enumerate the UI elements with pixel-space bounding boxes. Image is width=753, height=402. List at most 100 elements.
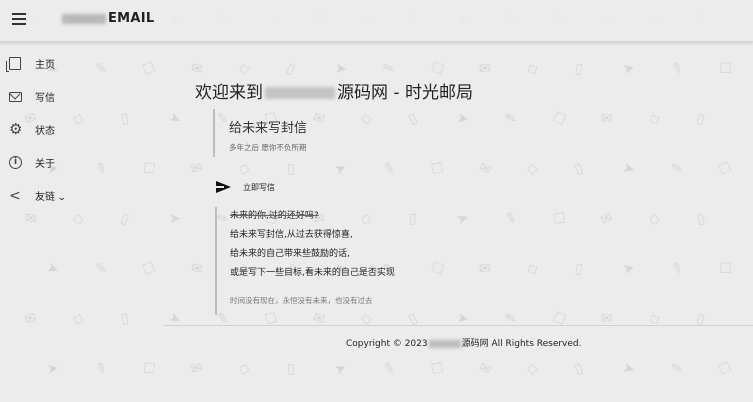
footer-copyright: Copyright © 2023 源码网 All Rights Reserved. [346, 336, 582, 349]
share-icon: < [9, 188, 21, 204]
background-icon: ▯ [120, 310, 131, 328]
background-icon: ✎ [503, 209, 520, 229]
poem-line: 给未来的自己带来些鼓励的话, [230, 249, 350, 259]
background-icon: ✉ [22, 309, 40, 329]
background-icon: ✉ [476, 359, 494, 379]
background-icon: ✎ [668, 259, 686, 279]
background-icon: ✉ [189, 259, 205, 279]
sidebar-item-label: 主页 [35, 60, 55, 71]
background-icon: ✉ [598, 209, 617, 229]
background-icon: ✎ [670, 160, 684, 178]
background-icon: ☐ [552, 210, 567, 228]
sidebar-item-label: 关于 [35, 159, 55, 170]
background-icon: ▯ [286, 360, 296, 378]
background-icon: ✎ [381, 360, 397, 378]
background-icon: ☐ [719, 261, 732, 277]
brand-suffix: EMAIL [108, 11, 155, 26]
poem-line: 未来的你,过的还好吗? [230, 211, 319, 221]
background-icon: ➤ [621, 359, 637, 379]
background-icon: ➤ [166, 109, 185, 129]
footer-divider [164, 325, 753, 326]
sidebar-item-status[interactable]: ⚙ 状态 [0, 113, 120, 146]
background-icon: ➤ [621, 259, 637, 279]
background-icon: ☐ [142, 360, 157, 378]
background-icon: ✎ [92, 359, 111, 379]
background-icon: ✉ [601, 110, 614, 128]
background-icon: ✎ [380, 59, 398, 79]
app-bar: EMAIL [0, 0, 753, 42]
quote-block: 给未来写封信 多年之后 愿你不负所期 [213, 109, 307, 157]
background-icon: ✉ [476, 159, 494, 179]
title-suffix: 源码网 - 时光邮局 [337, 83, 473, 103]
brand-logo[interactable]: EMAIL [62, 11, 155, 26]
background-icon: ▯ [695, 110, 707, 128]
redacted-site-name [428, 339, 461, 348]
menu-icon[interactable] [12, 13, 26, 27]
sidebar-item-label-wrap: 友链 ⌄ [35, 188, 67, 203]
sidebar-item-home[interactable]: 主页 [0, 47, 120, 80]
background-icon: ▯ [406, 110, 421, 128]
sidebar-item-label: 友链 [35, 192, 55, 203]
write-letter-label: 立即写信 [243, 183, 275, 192]
background-icon: ✉ [24, 210, 38, 228]
background-icon: ➤ [44, 259, 62, 279]
background-icon: ◇ [526, 360, 539, 378]
sidebar-item-write[interactable]: 写信 [0, 80, 120, 113]
background-icon: ☐ [550, 109, 569, 129]
page-title: 欢迎来到 源码网 - 时光邮局 [195, 78, 473, 103]
background-icon: ✎ [670, 360, 684, 378]
sidebar-item-label: 状态 [35, 126, 55, 137]
background-icon: ◇ [526, 160, 539, 178]
background-icon: ☐ [429, 159, 446, 179]
background-icon: ✎ [668, 59, 686, 79]
poem-line: 给未来写封信,从过去获得惊喜, [230, 230, 353, 240]
background-icon: ✉ [310, 109, 328, 129]
poem-block: 未来的你,过的还好吗? 给未来写封信,从过去获得惊喜, 给未来的自己带来些鼓励的… [215, 207, 460, 315]
background-icon: ✎ [503, 109, 519, 129]
quote-subtitle: 多年之后 愿你不负所期 [229, 143, 307, 152]
quote-title: 给未来写封信 [229, 121, 308, 136]
background-icon: ▯ [286, 160, 296, 178]
page-icon [6, 57, 21, 72]
redacted-brand-name [62, 13, 106, 24]
background-icon: ▯ [574, 260, 585, 278]
background-icon: ✎ [381, 160, 397, 178]
background-icon: ☐ [719, 61, 732, 77]
background-icon: ◇ [71, 209, 87, 229]
background-icon: ☐ [142, 160, 157, 178]
background-icon: ➤ [455, 110, 471, 128]
background-icon: ▯ [695, 210, 707, 228]
background-icon: ▯ [574, 60, 585, 78]
background-icon: ✉ [478, 60, 492, 78]
background-icon: ☐ [429, 359, 446, 379]
background-icon: ▯ [120, 110, 131, 128]
sidebar-item-links[interactable]: < 友链 ⌄ [0, 179, 120, 212]
background-icon: ◇ [71, 309, 86, 329]
sidebar-item-about[interactable]: i 关于 [0, 146, 120, 179]
title-prefix: 欢迎来到 [195, 83, 263, 103]
background-icon: ◇ [524, 259, 542, 279]
chevron-down-icon: ⌄ [56, 193, 67, 203]
background-icon: ◇ [524, 59, 542, 79]
background-icon: ✎ [95, 260, 108, 278]
background-icon: ✉ [478, 260, 492, 278]
background-icon: ✉ [189, 59, 205, 79]
background-icon: ➤ [334, 60, 348, 78]
background-icon: ➤ [168, 210, 182, 228]
background-icon: ☐ [716, 358, 735, 380]
background-icon: ▯ [572, 160, 586, 178]
background-icon: ◇ [236, 359, 253, 379]
background-icon: ◇ [648, 210, 662, 228]
background-icon: ☐ [429, 59, 446, 79]
background-icon: ☐ [140, 59, 159, 79]
background-icon: ▯ [118, 210, 132, 228]
background-icon: ➤ [332, 359, 350, 379]
sidebar: 主页 写信 ⚙ 状态 i 关于 < 友链 ⌄ [0, 47, 120, 212]
background-icon: ➤ [46, 360, 61, 378]
background-icon: ✉ [189, 359, 206, 379]
background-icon: ☐ [716, 158, 735, 180]
send-icon [216, 181, 231, 193]
background-icon: ➤ [621, 59, 637, 79]
background-icon: ☐ [140, 259, 159, 279]
copyright-prefix: Copyright © 2023 [346, 339, 428, 349]
